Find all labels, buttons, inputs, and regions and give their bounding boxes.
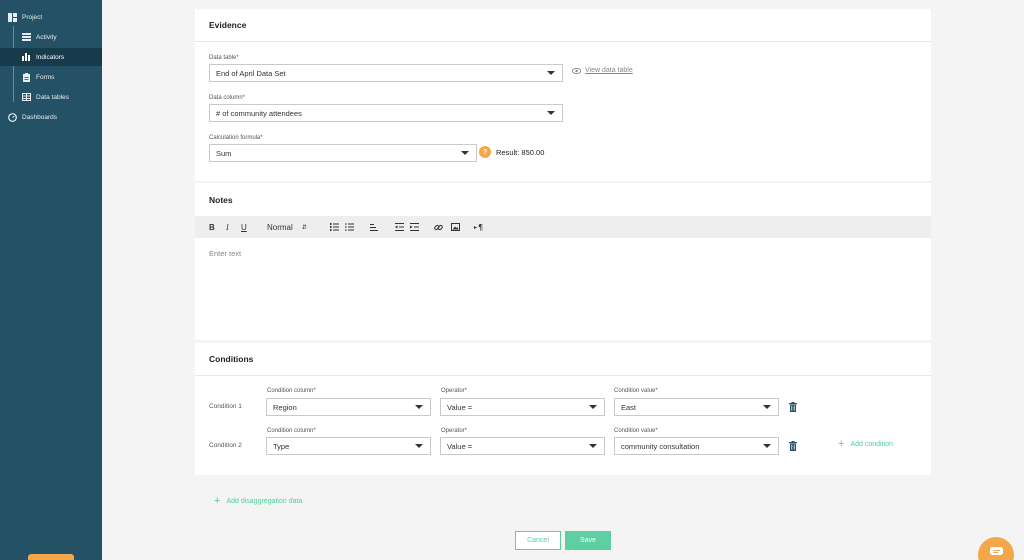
notes-toolbar: B I U Normal ⇵ ¶ — [195, 216, 931, 238]
italic-button[interactable]: I — [226, 221, 229, 233]
operator-label: Operator* — [441, 388, 468, 394]
sidebar-item-dashboards[interactable]: Dashboards — [8, 108, 110, 126]
condition-value: East — [621, 402, 637, 412]
add-condition-button[interactable]: + Add condition — [838, 439, 893, 450]
sidebar: Project Activity Indicators Forms Data t… — [0, 0, 102, 560]
data-table-value: End of April Data Set — [216, 68, 286, 78]
clear-format-icon[interactable]: ¶ — [474, 221, 484, 233]
chevron-down-icon — [763, 444, 771, 448]
chevron-down-icon — [461, 151, 469, 155]
chevron-down-icon — [547, 71, 555, 75]
condition-value-label: Condition value* — [614, 428, 658, 434]
svg-text:¶: ¶ — [478, 223, 483, 231]
chevron-down-icon — [589, 444, 597, 448]
clipboard-icon — [22, 72, 31, 82]
notes-title: Notes — [209, 194, 233, 205]
data-table-select[interactable]: End of April Data Set — [209, 64, 563, 82]
condition-2-operator-select[interactable]: Value = — [440, 437, 605, 455]
condition-2-label: Condition 2 — [209, 442, 242, 449]
data-column-label: Data column* — [209, 95, 246, 101]
align-left-icon[interactable] — [370, 221, 378, 233]
chevron-down-icon — [415, 405, 423, 409]
trash-icon[interactable] — [788, 440, 797, 451]
link-icon[interactable] — [434, 221, 443, 233]
sidebar-item-activity[interactable]: Activity — [0, 28, 102, 46]
operator-label: Operator* — [441, 428, 468, 434]
bar-chart-icon — [22, 53, 31, 62]
sidebar-item-data-tables[interactable]: Data tables — [0, 88, 102, 106]
save-button[interactable]: Save — [565, 531, 611, 550]
sidebar-item-forms[interactable]: Forms — [0, 68, 102, 86]
sidebar-item-project[interactable]: Project — [8, 8, 110, 26]
notes-editor[interactable]: Enter text — [209, 249, 241, 258]
chevron-down-icon — [547, 111, 555, 115]
condition-column-label: Condition column* — [267, 388, 316, 394]
sidebar-item-label: Project — [22, 13, 43, 21]
condition-column-value: Type — [273, 441, 290, 451]
condition-2-column-select[interactable]: Type — [266, 437, 431, 455]
operator-value: Value = — [447, 441, 473, 451]
condition-1-label: Condition 1 — [209, 403, 242, 410]
sidebar-bottom-button[interactable] — [28, 554, 74, 560]
outdent-icon[interactable] — [395, 221, 404, 233]
notes-card: Notes — [195, 183, 931, 340]
operator-value: Value = — [447, 402, 473, 412]
condition-value: community consultation — [621, 441, 700, 451]
chevron-down-icon — [763, 405, 771, 409]
chat-widget-button[interactable] — [978, 537, 1014, 560]
conditions-title: Conditions — [195, 343, 931, 376]
table-icon — [22, 93, 31, 102]
view-data-table-link[interactable]: View data table — [572, 67, 633, 74]
ordered-list-icon[interactable] — [330, 221, 339, 233]
condition-1-column-select[interactable]: Region — [266, 398, 431, 416]
condition-1-operator-select[interactable]: Value = — [440, 398, 605, 416]
gauge-icon — [8, 112, 17, 122]
formula-value: Sum — [216, 148, 232, 158]
add-condition-label: Add condition — [850, 441, 893, 448]
sidebar-item-label: Activity — [36, 33, 57, 41]
view-data-table-label: View data table — [585, 67, 633, 74]
bullet-list-icon[interactable] — [345, 221, 354, 233]
chevron-down-icon — [415, 444, 423, 448]
condition-1-value-select[interactable]: East — [614, 398, 779, 416]
bold-button[interactable]: B — [209, 221, 215, 233]
text-style-value: Normal — [267, 222, 293, 232]
formula-select[interactable]: Sum — [209, 144, 477, 162]
sort-arrows-icon: ⇵ — [301, 224, 307, 231]
image-icon[interactable] — [451, 221, 460, 233]
sidebar-item-label: Data tables — [36, 93, 69, 101]
calculation-result: Result: 850.00 — [496, 148, 545, 157]
condition-column-label: Condition column* — [267, 428, 316, 434]
data-column-value: # of community attendees — [216, 108, 302, 118]
list-icon — [22, 33, 31, 42]
sidebar-item-indicators[interactable]: Indicators — [0, 48, 102, 66]
cancel-button[interactable]: Cancel — [515, 531, 561, 550]
indent-icon[interactable] — [410, 221, 419, 233]
condition-column-value: Region — [273, 402, 297, 412]
eye-icon — [572, 67, 581, 74]
help-icon[interactable]: ? — [479, 146, 491, 158]
add-disaggregation-button[interactable]: + Add disaggregation data — [214, 496, 302, 507]
dashboard-grid-icon — [8, 12, 17, 22]
sidebar-item-label: Dashboards — [22, 113, 58, 121]
plus-icon: + — [838, 438, 845, 450]
evidence-title: Evidence — [195, 9, 931, 42]
trash-icon[interactable] — [788, 401, 797, 412]
condition-2-value-select[interactable]: community consultation — [614, 437, 779, 455]
chevron-down-icon — [589, 405, 597, 409]
text-style-select[interactable]: Normal ⇵ — [267, 221, 307, 233]
data-column-select[interactable]: # of community attendees — [209, 104, 563, 122]
add-disaggregation-label: Add disaggregation data — [226, 498, 303, 505]
data-table-label: Data table* — [209, 55, 239, 61]
formula-label: Calculation formula* — [209, 135, 263, 141]
plus-icon: + — [214, 495, 221, 507]
underline-button[interactable]: U — [241, 221, 247, 233]
sidebar-item-label: Forms — [36, 73, 55, 81]
condition-value-label: Condition value* — [614, 388, 658, 394]
chat-icon — [989, 547, 1003, 559]
sidebar-item-label: Indicators — [36, 53, 65, 61]
